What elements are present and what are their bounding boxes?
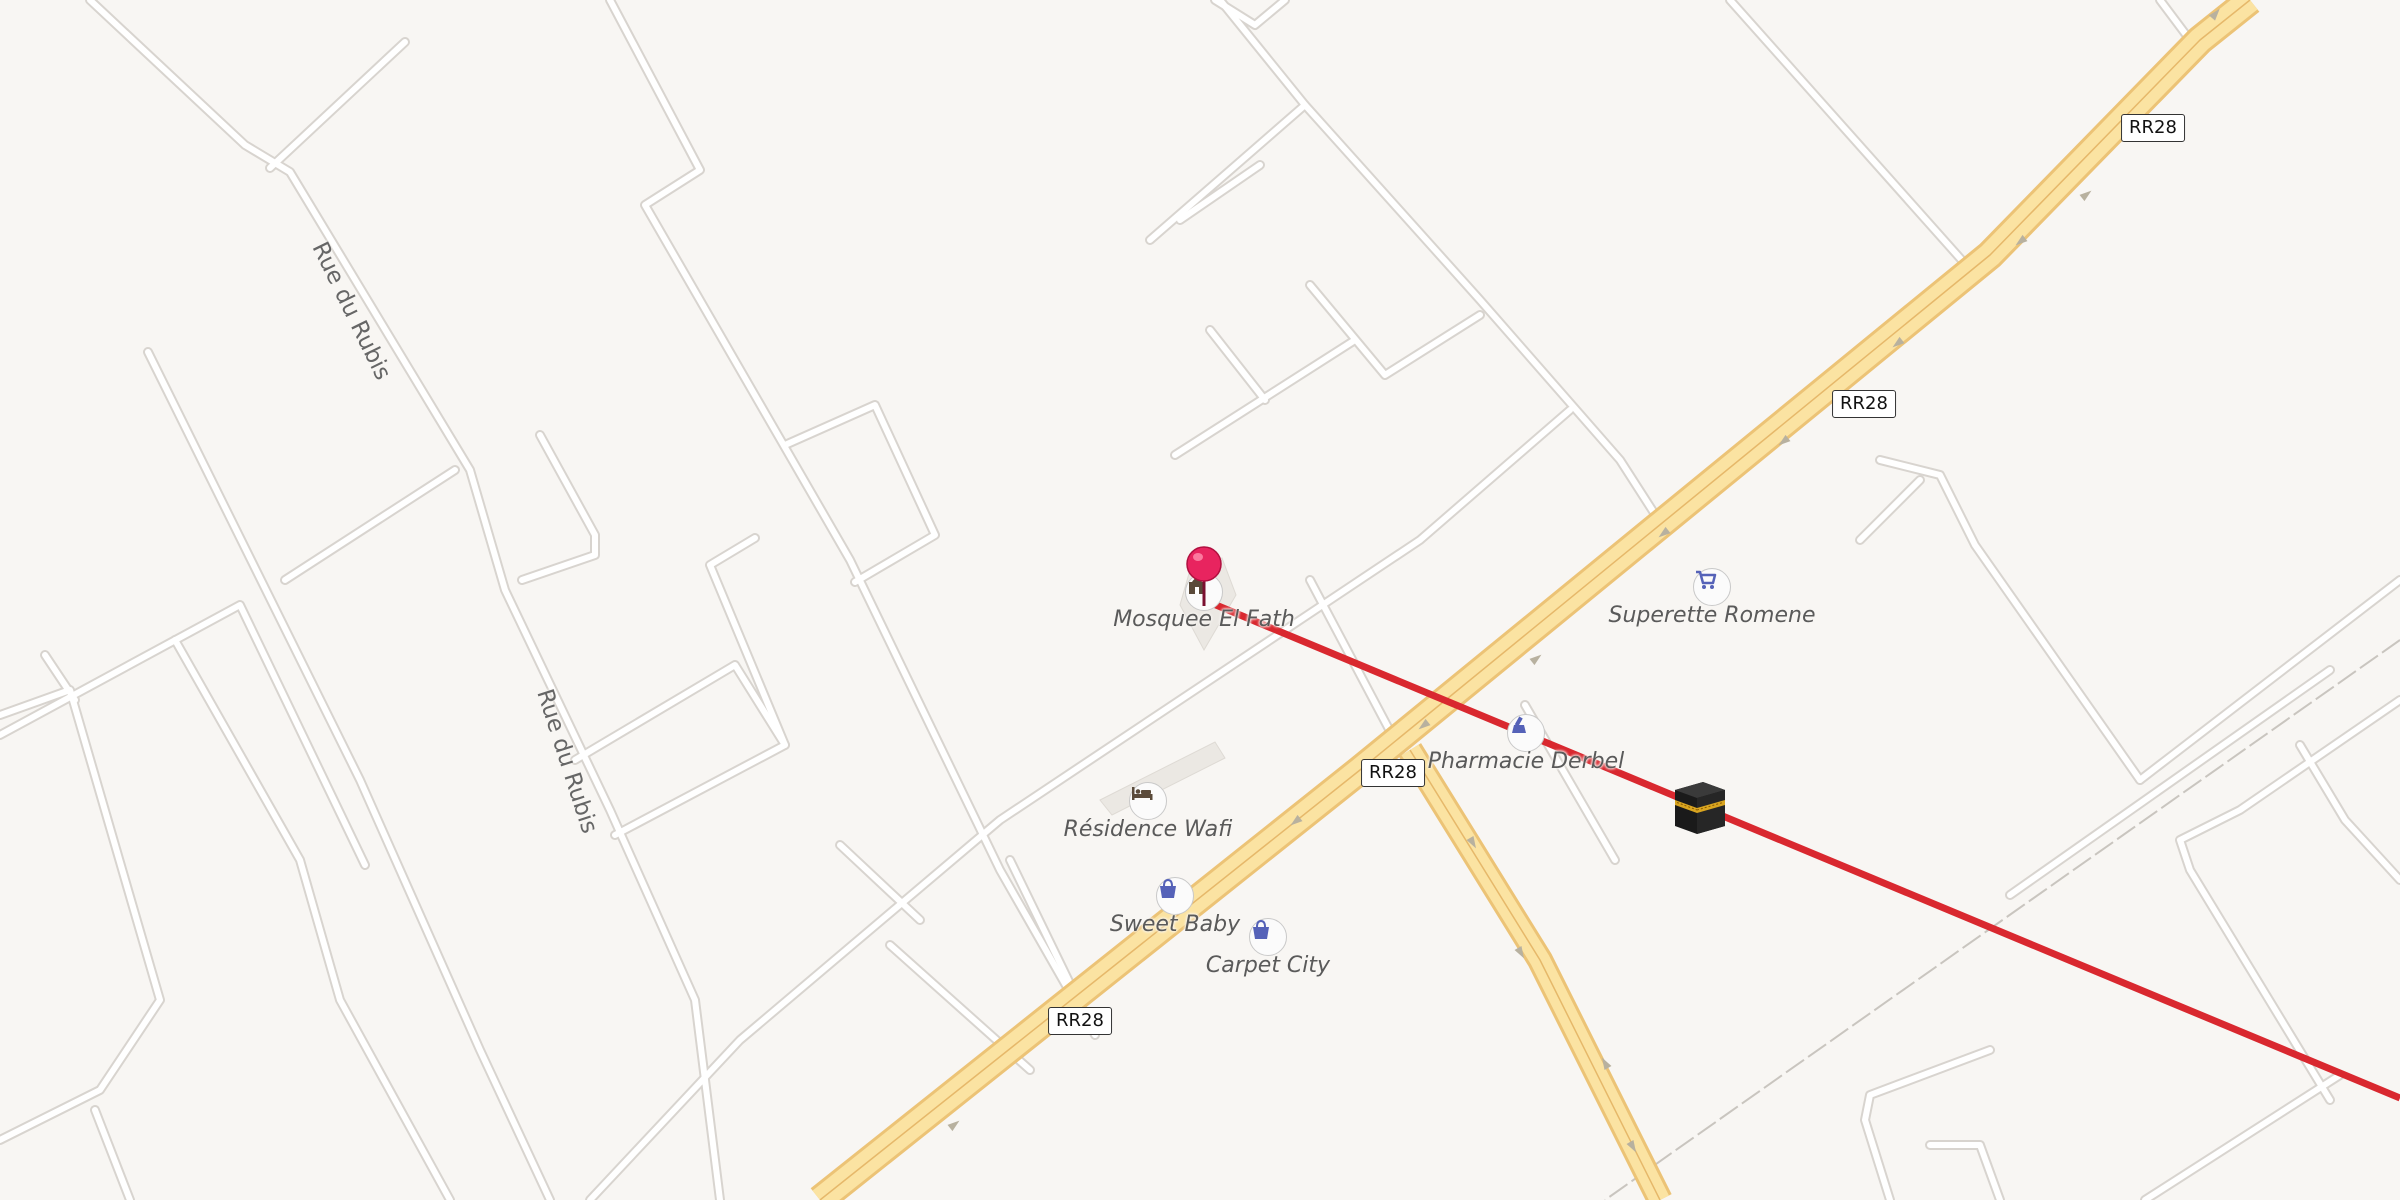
route-shield-rr28: RR28 [1361,759,1425,787]
poi-label-sweet-baby[interactable]: Sweet Baby [1110,912,1240,937]
route-shield-rr28: RR28 [1832,390,1896,418]
poi-label-pharmacie-derbel[interactable]: Pharmacie Derbel [1428,749,1625,774]
shopping-bag-icon[interactable] [1249,918,1287,956]
shopping-bag-icon[interactable] [1156,877,1194,915]
poi-label-superette-romene[interactable]: Superette Romene [1609,603,1816,628]
pharmacy-icon[interactable] [1507,714,1545,752]
qibla-direction-line [1202,596,2400,1102]
poi-label-carpet-city[interactable]: Carpet City [1206,953,1330,978]
poi-label-mosquee-el-fath[interactable]: Mosquee El Fath [1113,607,1295,632]
route-shield-rr28: RR28 [1048,1007,1112,1035]
kaaba-icon[interactable] [1671,780,1729,836]
route-shield-rr28: RR28 [2121,114,2185,142]
highway-rr28 [810,0,2260,1200]
map-canvas[interactable]: Rue du Rubis Rue du Rubis RR28 RR28 RR28… [0,0,2400,1200]
bed-icon[interactable] [1129,782,1167,820]
location-pin-icon[interactable] [1184,546,1224,608]
poi-label-residence-wafi[interactable]: Résidence Wafi [1064,817,1233,842]
shopping-cart-icon[interactable] [1693,568,1731,606]
